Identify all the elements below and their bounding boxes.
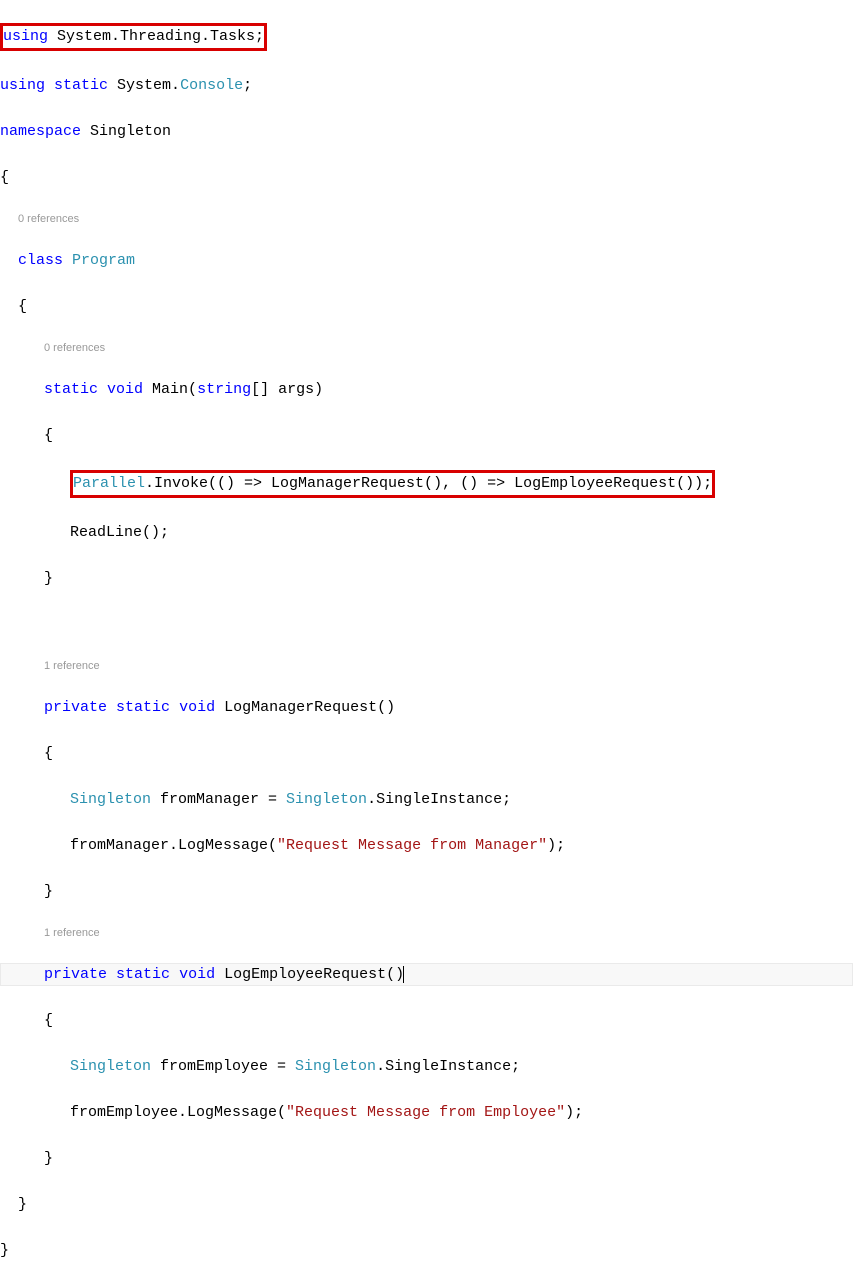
code-line: using System.Threading.Tasks; [0, 23, 853, 51]
code-line: class Program [0, 249, 853, 272]
code-text: fromManager = [151, 791, 286, 808]
type-name: Console [180, 77, 243, 94]
brace: } [44, 570, 53, 587]
string-literal: "Request Message from Employee" [286, 1104, 565, 1121]
code-line: Singleton fromEmployee = Singleton.Singl… [0, 1055, 853, 1078]
code-line: { [0, 166, 853, 189]
code-line: Singleton fromManager = Singleton.Single… [0, 788, 853, 811]
code-line: ReadLine(); [0, 521, 853, 544]
code-text: Main( [143, 381, 197, 398]
code-text: fromManager.LogMessage( [70, 837, 277, 854]
code-text: .Invoke(() => LogManagerRequest(), () =>… [145, 475, 712, 492]
string-literal: "Request Message from Manager" [277, 837, 547, 854]
highlight-box-using: using System.Threading.Tasks; [0, 23, 267, 51]
keyword: string [197, 381, 251, 398]
code-text: LogManagerRequest() [215, 699, 395, 716]
code-text: .SingleInstance; [367, 791, 511, 808]
keyword: private [44, 966, 107, 983]
code-line: Parallel.Invoke(() => LogManagerRequest(… [0, 470, 853, 498]
brace: } [44, 883, 53, 900]
code-text: [] args) [251, 381, 323, 398]
brace: { [44, 1012, 53, 1029]
brace: } [44, 1150, 53, 1167]
keyword: using [3, 28, 48, 45]
brace: { [44, 745, 53, 762]
codelens-references[interactable]: 0 references [0, 212, 853, 226]
code-text: ); [547, 837, 565, 854]
code-text: System. [108, 77, 180, 94]
keyword: void [179, 699, 215, 716]
code-line: { [0, 295, 853, 318]
keyword: static [44, 381, 98, 398]
type-name: Singleton [70, 791, 151, 808]
type-name: Program [72, 252, 135, 269]
highlight-box-parallel: Parallel.Invoke(() => LogManagerRequest(… [70, 470, 715, 498]
code-line: { [0, 742, 853, 765]
code-editor[interactable]: using System.Threading.Tasks; using stat… [0, 0, 853, 1285]
code-line: } [0, 1147, 853, 1170]
code-line: { [0, 424, 853, 447]
brace: } [0, 1242, 9, 1259]
keyword: class [18, 252, 63, 269]
brace: { [18, 298, 27, 315]
brace: } [18, 1196, 27, 1213]
type-name: Singleton [295, 1058, 376, 1075]
keyword: void [179, 966, 215, 983]
code-text: ); [565, 1104, 583, 1121]
brace: { [0, 169, 9, 186]
current-line: private static void LogEmployeeRequest() [0, 963, 853, 986]
code-text: fromEmployee.LogMessage( [70, 1104, 286, 1121]
keyword: static [116, 966, 170, 983]
code-text: fromEmployee = [151, 1058, 295, 1075]
brace: { [44, 427, 53, 444]
keyword: using [0, 77, 45, 94]
codelens-references[interactable]: 1 reference [0, 659, 853, 673]
code-line: static void Main(string[] args) [0, 378, 853, 401]
code-text: System.Threading.Tasks; [48, 28, 264, 45]
keyword: static [116, 699, 170, 716]
keyword: static [54, 77, 108, 94]
code-text: ; [243, 77, 252, 94]
code-line: fromManager.LogMessage("Request Message … [0, 834, 853, 857]
code-text: .SingleInstance; [376, 1058, 520, 1075]
text-caret [403, 966, 404, 983]
code-line: } [0, 1193, 853, 1216]
code-line: { [0, 1009, 853, 1032]
code-line: private static void LogManagerRequest() [0, 696, 853, 719]
keyword: namespace [0, 123, 81, 140]
code-line: namespace Singleton [0, 120, 853, 143]
type-name: Singleton [286, 791, 367, 808]
code-text: Singleton [81, 123, 171, 140]
type-name: Singleton [70, 1058, 151, 1075]
codelens-references[interactable]: 1 reference [0, 926, 853, 940]
keyword: void [107, 381, 143, 398]
blank-line [0, 613, 853, 636]
code-text: ReadLine(); [70, 524, 169, 541]
keyword: private [44, 699, 107, 716]
code-line: fromEmployee.LogMessage("Request Message… [0, 1101, 853, 1124]
code-text: LogEmployeeRequest() [215, 966, 404, 983]
code-line: } [0, 880, 853, 903]
code-line: } [0, 567, 853, 590]
code-line: } [0, 1239, 853, 1262]
code-line: using static System.Console; [0, 74, 853, 97]
type-name: Parallel [73, 475, 145, 492]
codelens-references[interactable]: 0 references [0, 341, 853, 355]
